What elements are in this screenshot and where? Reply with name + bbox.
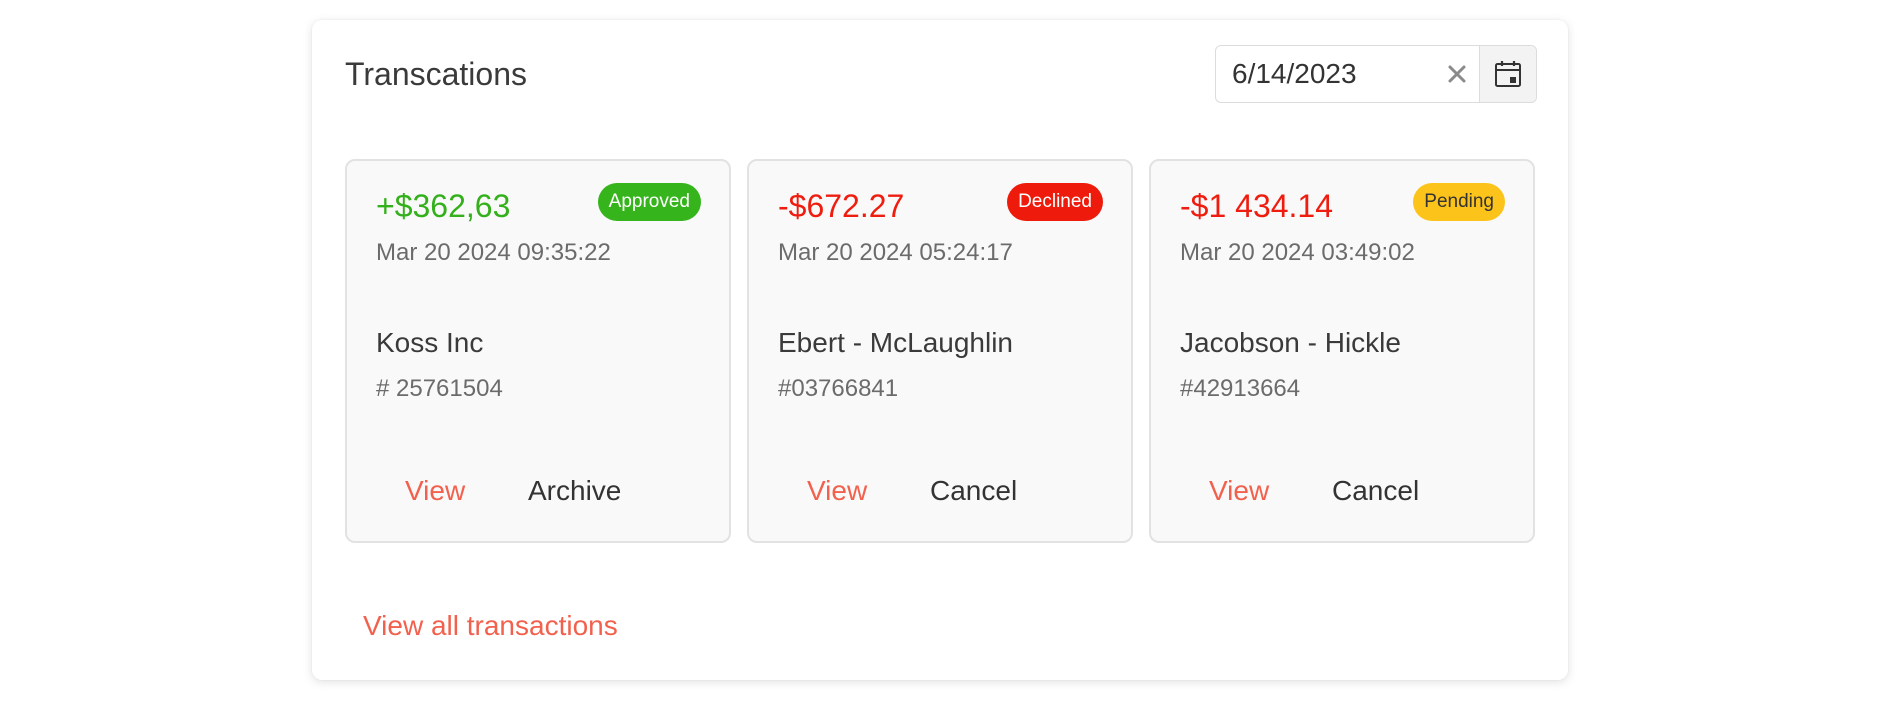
date-picker[interactable] (1215, 45, 1537, 103)
transaction-timestamp: Mar 20 2024 03:49:02 (1180, 239, 1415, 266)
transaction-card: -$1 434.14 Pending Mar 20 2024 03:49:02 … (1149, 159, 1535, 543)
view-button[interactable]: View (405, 475, 465, 507)
transaction-card: +$362,63 Approved Mar 20 2024 09:35:22 K… (345, 159, 731, 543)
close-icon (1448, 65, 1466, 83)
transaction-timestamp: Mar 20 2024 09:35:22 (376, 239, 611, 266)
status-badge: Pending (1413, 183, 1505, 221)
company-name: Jacobson - Hickle (1180, 327, 1401, 358)
transaction-id: #42913664 (1180, 375, 1301, 402)
view-button[interactable]: View (807, 475, 867, 507)
panel-title: Transcations (345, 56, 527, 92)
clear-date-button[interactable] (1435, 46, 1479, 102)
date-input[interactable] (1216, 46, 1435, 102)
transaction-timestamp: Mar 20 2024 05:24:17 (778, 239, 1013, 266)
transaction-cards: +$362,63 Approved Mar 20 2024 09:35:22 K… (345, 159, 1535, 543)
calendar-icon (1495, 61, 1521, 87)
cancel-button[interactable]: Cancel (1332, 475, 1419, 507)
status-badge: Declined (1007, 183, 1103, 221)
cancel-button[interactable]: Cancel (930, 475, 1017, 507)
transactions-panel: Transcations +$362,63 Approved Mar 20 20… (312, 20, 1568, 680)
company-name: Ebert - McLaughlin (778, 327, 1014, 358)
calendar-button[interactable] (1479, 46, 1536, 102)
transaction-amount: -$1 434.14 (1180, 188, 1334, 224)
transaction-amount: +$362,63 (376, 188, 511, 224)
status-badge: Approved (597, 183, 701, 221)
view-all-transactions-link[interactable]: View all transactions (363, 610, 618, 642)
transaction-id: #03766841 (778, 375, 899, 402)
archive-button[interactable]: Archive (528, 475, 621, 507)
transaction-amount: -$672.27 (778, 188, 905, 224)
company-name: Koss Inc (376, 327, 484, 358)
transaction-id: # 25761504 (376, 375, 503, 402)
transaction-card: -$672.27 Declined Mar 20 2024 05:24:17 E… (747, 159, 1133, 543)
view-button[interactable]: View (1209, 475, 1269, 507)
